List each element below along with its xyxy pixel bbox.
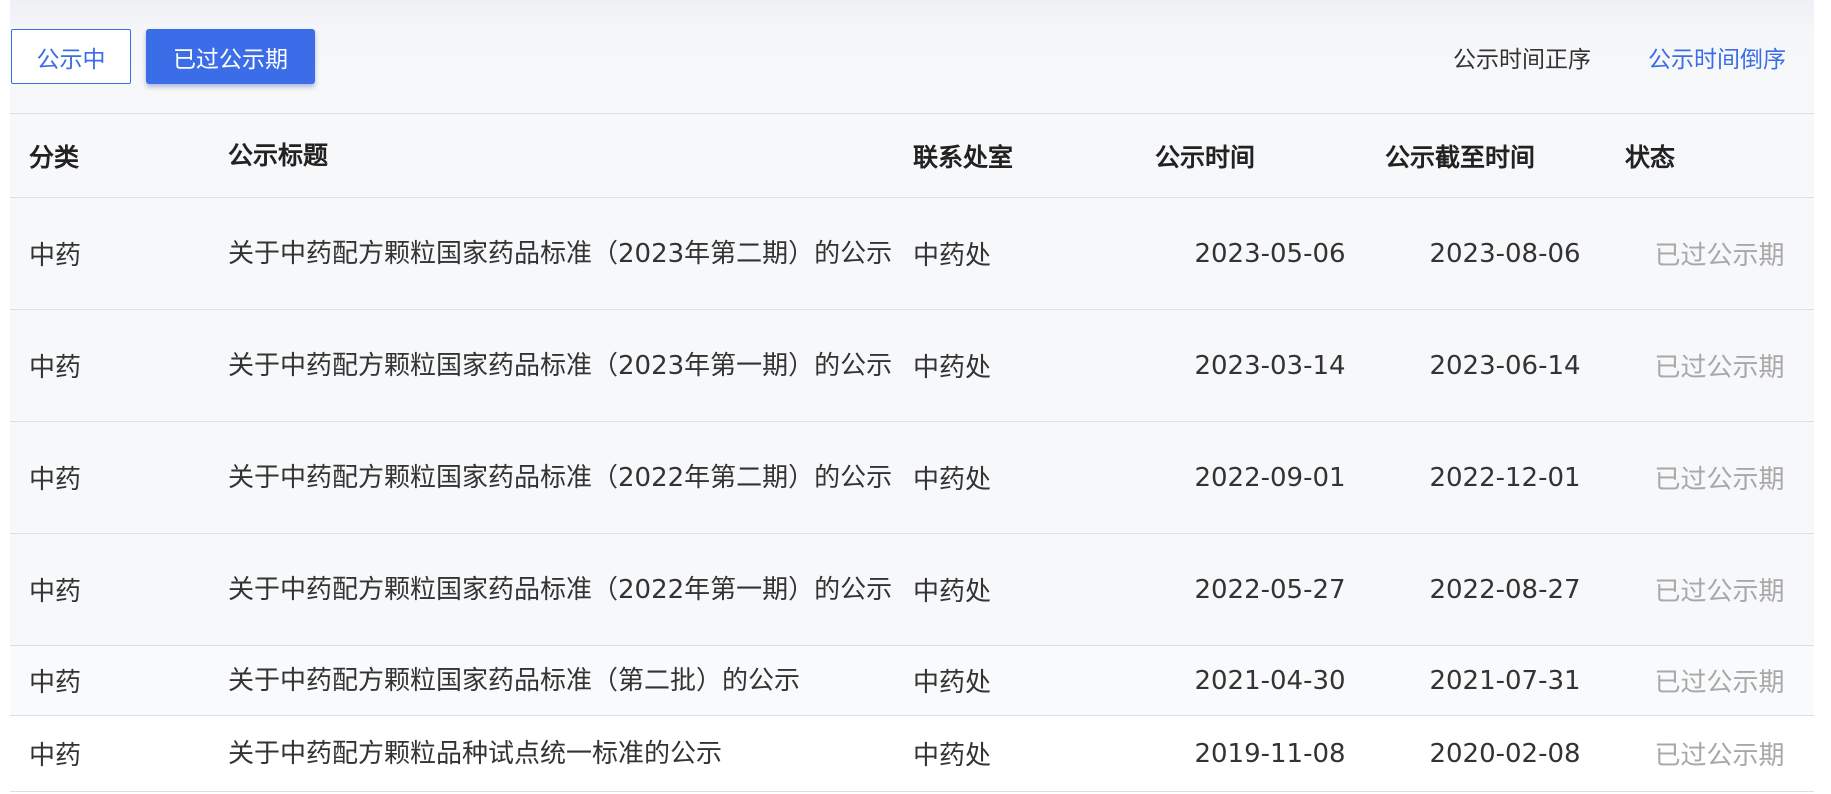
- header-publish-date: 公示时间: [1155, 113, 1385, 198]
- table-row: 中药 关于中药配方颗粒国家药品标准（2023年第一期）的公示 中药处 2023-…: [10, 309, 1814, 422]
- row-status: 已过公示期: [1625, 645, 1814, 716]
- row-publish-date: 2022-05-27: [1155, 533, 1385, 646]
- row-publish-date: 2023-05-06: [1155, 197, 1385, 310]
- table-row: 中药 关于中药配方颗粒国家药品标准（第二批）的公示 中药处 2021-04-30…: [10, 645, 1814, 716]
- row-title-link[interactable]: 关于中药配方颗粒国家药品标准（2022年第一期）的公示: [225, 533, 910, 646]
- row-end-date: 2020-02-08: [1385, 715, 1625, 792]
- row-dept: 中药处: [910, 309, 1155, 422]
- row-end-date: 2023-08-06: [1385, 197, 1625, 310]
- table-header-row: 分类 公示标题 联系处室 公示时间 公示截至时间 状态: [10, 113, 1814, 198]
- notice-table: 分类 公示标题 联系处室 公示时间 公示截至时间 状态 中药 关于中药配方颗粒国…: [10, 113, 1814, 792]
- row-status: 已过公示期: [1625, 421, 1814, 534]
- table-row: 中药 关于中药配方颗粒国家药品标准（2022年第二期）的公示 中药处 2022-…: [10, 421, 1814, 534]
- row-status: 已过公示期: [1625, 715, 1814, 792]
- row-dept: 中药处: [910, 197, 1155, 310]
- header-status: 状态: [1625, 113, 1814, 198]
- row-category: 中药: [10, 533, 225, 646]
- row-dept: 中药处: [910, 421, 1155, 534]
- row-dept: 中药处: [910, 533, 1155, 646]
- row-end-date: 2022-08-27: [1385, 533, 1625, 646]
- header-dept: 联系处室: [910, 113, 1155, 198]
- filter-active-button[interactable]: 公示中: [11, 29, 131, 84]
- header-end-date: 公示截至时间: [1385, 113, 1625, 198]
- row-category: 中药: [10, 197, 225, 310]
- row-dept: 中药处: [910, 645, 1155, 716]
- row-status: 已过公示期: [1625, 197, 1814, 310]
- row-category: 中药: [10, 645, 225, 716]
- row-end-date: 2022-12-01: [1385, 421, 1625, 534]
- row-publish-date: 2022-09-01: [1155, 421, 1385, 534]
- table-row: 中药 关于中药配方颗粒品种试点统一标准的公示 中药处 2019-11-08 20…: [10, 715, 1814, 792]
- row-dept: 中药处: [910, 715, 1155, 792]
- notice-page: 公示中 已过公示期 公示时间正序 公示时间倒序 分类 公示标题 联系处室 公示时…: [0, 0, 1831, 794]
- row-end-date: 2023-06-14: [1385, 309, 1625, 422]
- table-row: 中药 关于中药配方颗粒国家药品标准（2023年第二期）的公示 中药处 2023-…: [10, 197, 1814, 310]
- row-category: 中药: [10, 421, 225, 534]
- row-category: 中药: [10, 309, 225, 422]
- row-status: 已过公示期: [1625, 309, 1814, 422]
- header-title: 公示标题: [225, 113, 910, 198]
- row-title-link[interactable]: 关于中药配方颗粒国家药品标准（2023年第二期）的公示: [225, 197, 910, 310]
- row-status: 已过公示期: [1625, 533, 1814, 646]
- row-publish-date: 2021-04-30: [1155, 645, 1385, 716]
- sort-ascending-link[interactable]: 公示时间正序: [1453, 40, 1591, 74]
- row-title-link[interactable]: 关于中药配方颗粒国家药品标准（2023年第一期）的公示: [225, 309, 910, 422]
- row-end-date: 2021-07-31: [1385, 645, 1625, 716]
- table-row: 中药 关于中药配方颗粒国家药品标准（2022年第一期）的公示 中药处 2022-…: [10, 533, 1814, 646]
- row-title-link[interactable]: 关于中药配方颗粒品种试点统一标准的公示: [225, 715, 910, 792]
- filter-expired-button[interactable]: 已过公示期: [146, 29, 315, 84]
- header-category: 分类: [10, 113, 225, 198]
- row-publish-date: 2023-03-14: [1155, 309, 1385, 422]
- row-title-link[interactable]: 关于中药配方颗粒国家药品标准（2022年第二期）的公示: [225, 421, 910, 534]
- row-publish-date: 2019-11-08: [1155, 715, 1385, 792]
- row-title-link[interactable]: 关于中药配方颗粒国家药品标准（第二批）的公示: [225, 645, 910, 716]
- row-category: 中药: [10, 715, 225, 792]
- sort-descending-link[interactable]: 公示时间倒序: [1648, 40, 1786, 74]
